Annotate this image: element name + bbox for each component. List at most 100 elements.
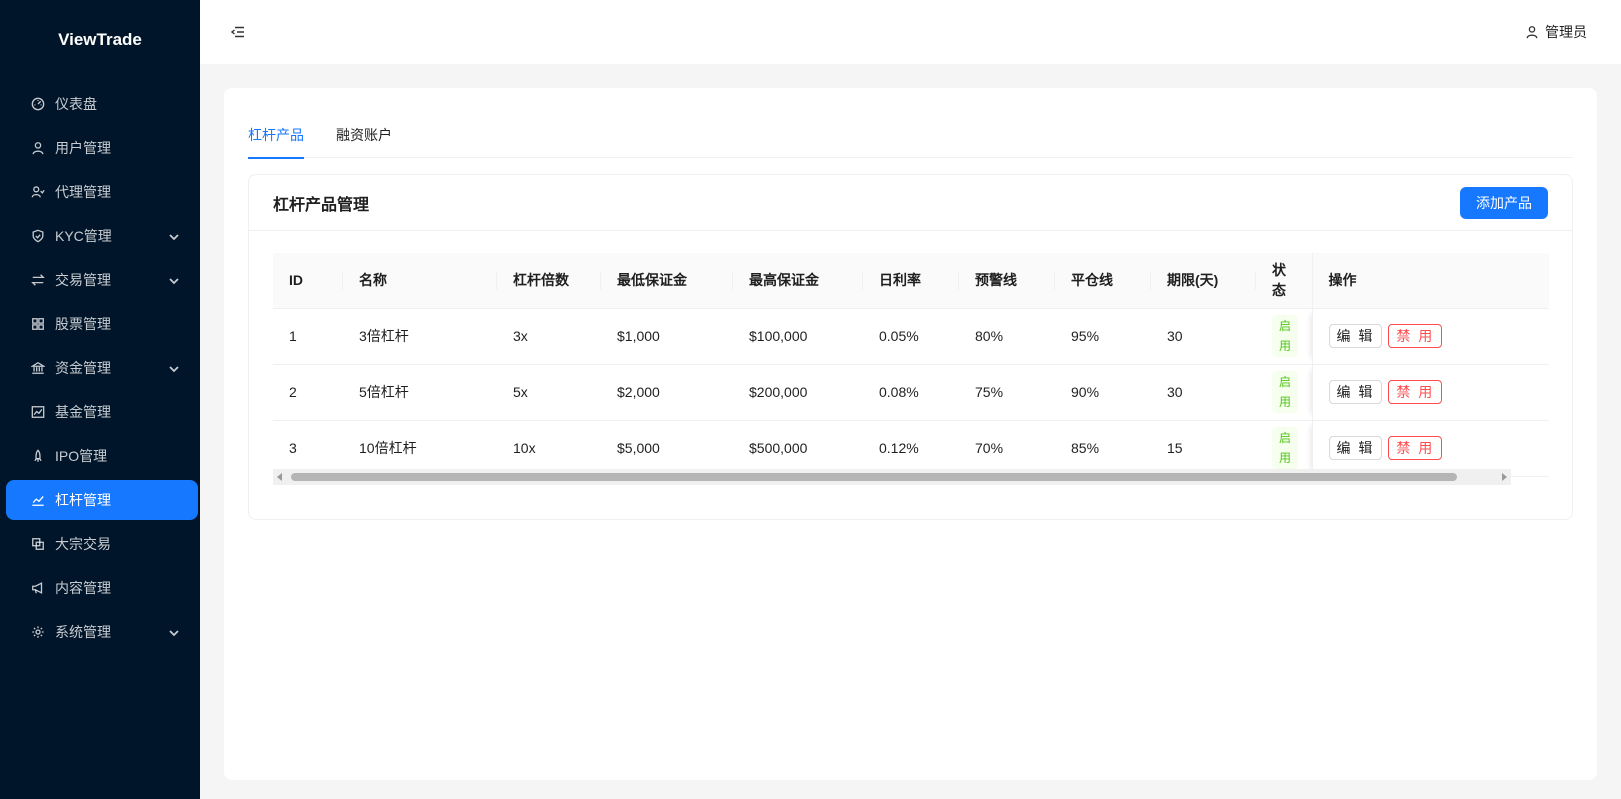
cell-actions: 编 辑禁 用 (1311, 420, 1549, 477)
card-header: 杠杆产品管理 添加产品 (249, 175, 1572, 231)
sidebar-item-label: 杠杆管理 (55, 492, 111, 508)
cell-status: 启用 (1256, 308, 1312, 365)
column-header-leverage: 杠杆倍数 (497, 253, 601, 309)
user-icon (1525, 25, 1539, 39)
cell-name: 3倍杠杆 (343, 308, 497, 365)
sidebar-item-label: 用户管理 (55, 140, 111, 156)
chevron-down-icon (168, 362, 180, 374)
column-header-max-margin: 最高保证金 (733, 253, 863, 309)
cell-liquidation-line: 95% (1055, 308, 1151, 365)
table-row: 1 3倍杠杆 3x $1,000 $100,000 0.05% 80% 95% … (273, 308, 1549, 365)
scroll-right-arrow-icon[interactable] (1502, 473, 1507, 481)
sidebar-item-label: 交易管理 (55, 272, 111, 288)
column-header-term: 期限(天) (1151, 253, 1256, 309)
sidebar-item-fund-management[interactable]: 基金管理 (6, 392, 198, 432)
column-header-daily-rate: 日利率 (863, 253, 959, 309)
column-header-actions: 操作 (1311, 253, 1549, 309)
top-header: 管理员 (200, 0, 1621, 64)
edit-button[interactable]: 编 辑 (1328, 436, 1383, 460)
scrollbar-thumb[interactable] (291, 473, 1457, 481)
fund-chart-icon (30, 404, 46, 420)
agent-icon (30, 184, 46, 200)
cell-warning-line: 75% (959, 364, 1055, 421)
cell-min-margin: $1,000 (601, 308, 733, 365)
column-header-liquidation-line: 平仓线 (1055, 253, 1151, 309)
cell-term: 15 (1151, 420, 1256, 477)
line-chart-icon (30, 492, 46, 508)
cell-actions: 编 辑禁 用 (1311, 308, 1549, 365)
sidebar-item-label: 系统管理 (55, 624, 111, 640)
brand-logo: ViewTrade (58, 30, 142, 49)
sidebar-item-label: KYC管理 (55, 228, 112, 244)
sidebar-item-ipo[interactable]: IPO管理 (6, 436, 198, 476)
status-badge: 启用 (1272, 371, 1299, 413)
chevron-down-icon (168, 274, 180, 286)
cell-leverage: 3x (497, 308, 601, 365)
sidebar-item-content[interactable]: 内容管理 (6, 568, 198, 608)
rocket-icon (30, 448, 46, 464)
sidebar-item-label: 内容管理 (55, 580, 111, 596)
column-header-min-margin: 最低保证金 (601, 253, 733, 309)
scroll-left-arrow-icon[interactable] (277, 473, 282, 481)
sidebar-item-leverage[interactable]: 杠杆管理 (6, 480, 198, 520)
cell-warning-line: 80% (959, 308, 1055, 365)
cell-liquidation-line: 90% (1055, 364, 1151, 421)
user-menu[interactable]: 管理员 (1525, 22, 1587, 42)
main-content: 杠杆产品 融资账户 杠杆产品管理 添加产品 ID 名称 杠杆倍数 最低保证金 最… (224, 88, 1597, 780)
sidebar-item-stocks[interactable]: 股票管理 (6, 304, 198, 344)
cell-status: 启用 (1256, 364, 1312, 421)
gear-icon (30, 624, 46, 640)
grid-icon (30, 316, 46, 332)
cell-max-margin: $200,000 (733, 364, 863, 421)
add-product-button[interactable]: 添加产品 (1460, 186, 1548, 219)
sidebar: ViewTrade 仪表盘 用户管理 代理管理 KYC管理 交易管理 股票管理 (0, 0, 200, 799)
sidebar-item-label: 代理管理 (55, 184, 111, 200)
table-header-row: ID 名称 杠杆倍数 最低保证金 最高保证金 日利率 预警线 平仓线 期限(天)… (273, 253, 1549, 309)
cell-leverage: 10x (497, 420, 601, 477)
sidebar-item-trading[interactable]: 交易管理 (6, 260, 198, 300)
cell-daily-rate: 0.08% (863, 364, 959, 421)
cell-id: 2 (273, 364, 343, 421)
column-header-warning-line: 预警线 (959, 253, 1055, 309)
cell-name: 5倍杠杆 (343, 364, 497, 421)
chevron-down-icon (168, 230, 180, 242)
disable-button[interactable]: 禁 用 (1388, 380, 1443, 404)
column-header-status: 状态 (1256, 253, 1312, 309)
cell-max-margin: $100,000 (733, 308, 863, 365)
menu-fold-icon[interactable] (230, 24, 246, 40)
chevron-down-icon (168, 626, 180, 638)
user-icon (30, 140, 46, 156)
disable-button[interactable]: 禁 用 (1388, 324, 1443, 348)
sidebar-item-label: 仪表盘 (55, 96, 97, 112)
sidebar-item-kyc[interactable]: KYC管理 (6, 216, 198, 256)
megaphone-icon (30, 580, 46, 596)
column-header-name: 名称 (343, 253, 497, 309)
cell-leverage: 5x (497, 364, 601, 421)
sidebar-item-block-trade[interactable]: 大宗交易 (6, 524, 198, 564)
disable-button[interactable]: 禁 用 (1388, 436, 1443, 460)
sidebar-item-users[interactable]: 用户管理 (6, 128, 198, 168)
cell-status: 启用 (1256, 420, 1312, 477)
sidebar-item-system[interactable]: 系统管理 (6, 612, 198, 652)
sidebar-item-label: 股票管理 (55, 316, 111, 332)
cell-liquidation-line: 85% (1055, 420, 1151, 477)
cell-daily-rate: 0.12% (863, 420, 959, 477)
cell-actions: 编 辑禁 用 (1311, 364, 1549, 421)
dashboard-icon (30, 96, 46, 112)
sidebar-item-agents[interactable]: 代理管理 (6, 172, 198, 212)
user-name: 管理员 (1545, 24, 1587, 40)
edit-button[interactable]: 编 辑 (1328, 380, 1383, 404)
sidebar-item-dashboard[interactable]: 仪表盘 (6, 84, 198, 124)
horizontal-scrollbar[interactable] (273, 469, 1511, 485)
sidebar-item-funds[interactable]: 资金管理 (6, 348, 198, 388)
cell-id: 3 (273, 420, 343, 477)
tab-leverage-products[interactable]: 杠杆产品 (248, 112, 304, 159)
block-icon (30, 536, 46, 552)
products-table: ID 名称 杠杆倍数 最低保证金 最高保证金 日利率 预警线 平仓线 期限(天)… (273, 253, 1549, 489)
cell-min-margin: $5,000 (601, 420, 733, 477)
tab-financing-accounts[interactable]: 融资账户 (336, 112, 392, 158)
status-badge: 启用 (1272, 315, 1299, 357)
edit-button[interactable]: 编 辑 (1328, 324, 1383, 348)
tab-bar: 杠杆产品 融资账户 (248, 112, 1573, 159)
cell-id: 1 (273, 308, 343, 365)
